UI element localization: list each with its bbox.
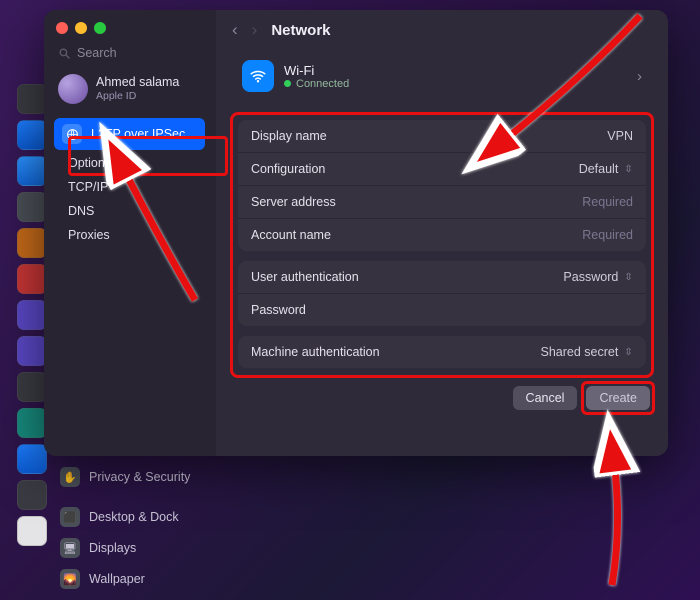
page-title: Network (271, 22, 330, 39)
wifi-row[interactable]: Wi-Fi Connected › (230, 52, 654, 100)
photo-icon: 🌄 (60, 569, 80, 589)
user-auth-popup[interactable]: Password⇳ (563, 270, 633, 284)
sidebar: Search Ahmed salama Apple ID L2TP over I… (44, 10, 216, 456)
sidebar-list: L2TP over IPSec Options TCP/IP DNS Proxi… (54, 118, 211, 247)
form-footer: Cancel Create (216, 378, 668, 410)
search-placeholder: Search (77, 46, 117, 60)
profile-sub: Apple ID (96, 90, 179, 102)
display-icon: 🖥 (60, 538, 80, 558)
server-address-input[interactable]: Required (582, 195, 633, 209)
avatar (58, 74, 88, 104)
close-icon[interactable] (56, 22, 68, 34)
form-group-3: Machine authentication Shared secret⇳ (238, 336, 646, 368)
row-user-auth[interactable]: User authentication Password⇳ (238, 261, 646, 293)
updown-icon: ⇳ (624, 347, 633, 358)
wifi-icon (242, 60, 274, 92)
sidebar-item-l2tp[interactable]: L2TP over IPSec (54, 118, 205, 150)
sidebar-item-displays[interactable]: 🖥Displays (54, 533, 220, 563)
form-group-2: User authentication Password⇳ Password (238, 261, 646, 326)
chevron-right-icon: › (637, 68, 642, 85)
sidebar-item-proxies[interactable]: Proxies (60, 223, 205, 247)
content-pane: ‹ › Network Wi-Fi Connected › Display na… (216, 10, 668, 456)
updown-icon: ⇳ (624, 164, 633, 175)
background-sidebar-continuation: ✋Privacy & Security ⬛Desktop & Dock 🖥Dis… (44, 456, 230, 600)
configuration-popup[interactable]: Default⇳ (579, 162, 633, 176)
annotation-highlight-form: Display name VPN Configuration Default⇳ … (230, 112, 654, 378)
desktop-icon: ⬛ (60, 507, 80, 527)
globe-icon (62, 124, 82, 144)
back-button[interactable]: ‹ (232, 20, 238, 40)
sidebar-item-options[interactable]: Options (60, 151, 205, 175)
row-display-name[interactable]: Display name VPN (238, 120, 646, 152)
apple-id-profile[interactable]: Ahmed salama Apple ID (54, 70, 211, 108)
zoom-icon[interactable] (94, 22, 106, 34)
row-account-name[interactable]: Account name Required (238, 218, 646, 251)
updown-icon: ⇳ (624, 272, 633, 283)
hand-icon: ✋ (60, 467, 80, 487)
system-settings-window: Search Ahmed salama Apple ID L2TP over I… (44, 10, 668, 456)
sidebar-item-privacy[interactable]: ✋Privacy & Security (54, 462, 220, 492)
content-header: ‹ › Network (216, 10, 668, 50)
display-name-value[interactable]: VPN (607, 129, 633, 143)
sidebar-item-wallpaper[interactable]: 🌄Wallpaper (54, 564, 220, 594)
profile-name: Ahmed salama (96, 76, 179, 90)
sidebar-item-tcpip[interactable]: TCP/IP (60, 175, 205, 199)
search-icon (58, 47, 71, 60)
wifi-title: Wi-Fi (284, 63, 349, 78)
row-password[interactable]: Password (238, 293, 646, 326)
window-controls[interactable] (54, 20, 211, 44)
create-button[interactable]: Create (586, 386, 650, 410)
row-server-address[interactable]: Server address Required (238, 185, 646, 218)
forward-button: › (252, 20, 258, 40)
sidebar-item-label: L2TP over IPSec (91, 127, 185, 141)
minimize-icon[interactable] (75, 22, 87, 34)
row-machine-auth[interactable]: Machine authentication Shared secret⇳ (238, 336, 646, 368)
status-dot-icon (284, 80, 291, 87)
search-input[interactable]: Search (54, 44, 211, 70)
wifi-status: Connected (284, 78, 349, 90)
row-configuration[interactable]: Configuration Default⇳ (238, 152, 646, 185)
account-name-input[interactable]: Required (582, 228, 633, 242)
cancel-button[interactable]: Cancel (513, 386, 578, 410)
sidebar-item-dns[interactable]: DNS (60, 199, 205, 223)
machine-auth-popup[interactable]: Shared secret⇳ (540, 345, 633, 359)
sidebar-item-desktop[interactable]: ⬛Desktop & Dock (54, 502, 220, 532)
annotation-arrow-create (582, 455, 652, 600)
form-group-1: Display name VPN Configuration Default⇳ … (238, 120, 646, 251)
annotation-highlight-create: Create (586, 386, 650, 410)
